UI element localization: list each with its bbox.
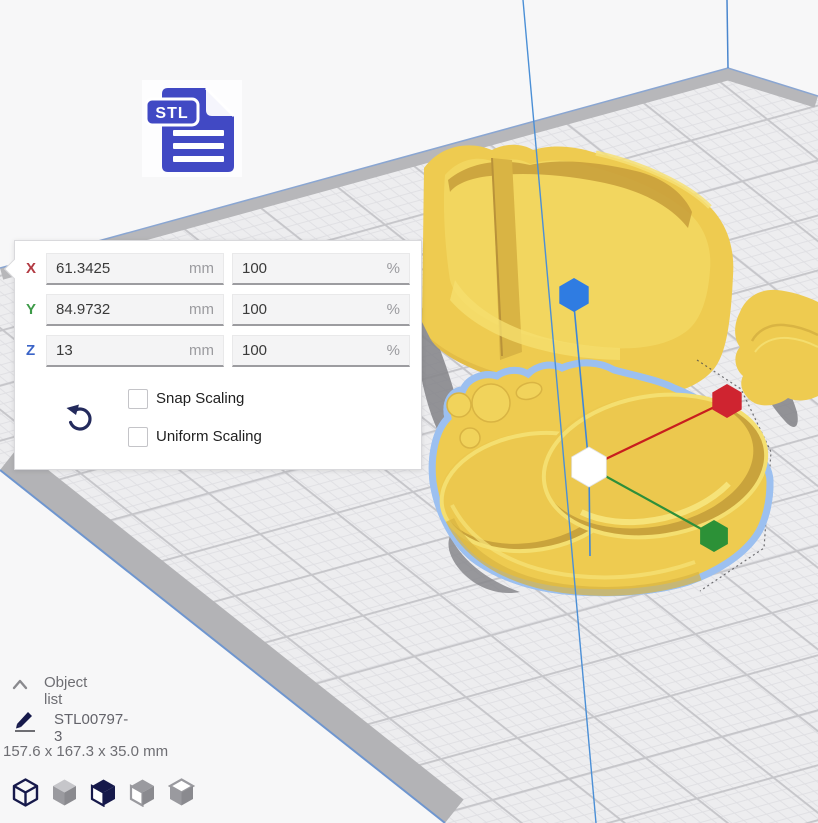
- y-axis-label: Y: [26, 294, 44, 326]
- reset-scale-button[interactable]: [63, 401, 97, 435]
- scale-tool-panel: X 61.3425 mm 100 % Y 84.9732 mm 100 % Z: [14, 240, 422, 470]
- object-name: STL00797-3: [54, 711, 128, 745]
- model-right-piece[interactable]: [735, 290, 818, 406]
- x-axis-label: X: [26, 253, 44, 285]
- y-percent-unit: %: [387, 295, 400, 324]
- build-volume-edge-right: [727, 0, 728, 68]
- chevron-up-icon: [11, 677, 29, 691]
- x-size-unit: mm: [189, 254, 214, 283]
- x-scale-percent-input[interactable]: 100 %: [232, 253, 410, 285]
- stl-label: STL: [155, 105, 188, 122]
- z-percent-unit: %: [387, 336, 400, 365]
- z-size-input[interactable]: 13 mm: [46, 335, 224, 367]
- view-3d-button[interactable]: [12, 778, 39, 807]
- uniform-scaling-label: Uniform Scaling: [156, 428, 262, 445]
- application-window: STL X 61.3425 mm 100 % Y 84.9732: [0, 0, 818, 823]
- x-axis-row: X 61.3425 mm 100 %: [15, 253, 421, 285]
- x-percent-unit: %: [387, 254, 400, 283]
- z-axis-row: Z 13 mm 100 %: [15, 335, 421, 367]
- view-front-button[interactable]: [51, 778, 78, 807]
- edit-pencil-icon: [13, 709, 37, 733]
- uniform-scaling-checkbox[interactable]: [128, 427, 148, 447]
- stl-file-badge: STL: [142, 80, 242, 177]
- object-dimensions: 157.6 x 167.3 x 35.0 mm: [3, 743, 168, 760]
- z-size-unit: mm: [189, 336, 214, 365]
- y-axis-row: Y 84.9732 mm 100 %: [15, 294, 421, 326]
- object-list-title: Object list: [44, 674, 87, 708]
- snap-scaling-checkbox[interactable]: [128, 389, 148, 409]
- snap-scaling-label: Snap Scaling: [156, 390, 244, 407]
- view-right-button[interactable]: [168, 778, 195, 807]
- view-top-button[interactable]: [90, 778, 117, 807]
- camera-view-toolbar: [12, 778, 195, 807]
- view-left-button[interactable]: [129, 778, 156, 807]
- x-size-input[interactable]: 61.3425 mm: [46, 253, 224, 285]
- z-axis-label: Z: [26, 335, 44, 367]
- y-scale-percent-input[interactable]: 100 %: [232, 294, 410, 326]
- z-scale-percent-input[interactable]: 100 %: [232, 335, 410, 367]
- reset-arrow-icon: [63, 401, 97, 435]
- y-size-input[interactable]: 84.9732 mm: [46, 294, 224, 326]
- y-size-unit: mm: [189, 295, 214, 324]
